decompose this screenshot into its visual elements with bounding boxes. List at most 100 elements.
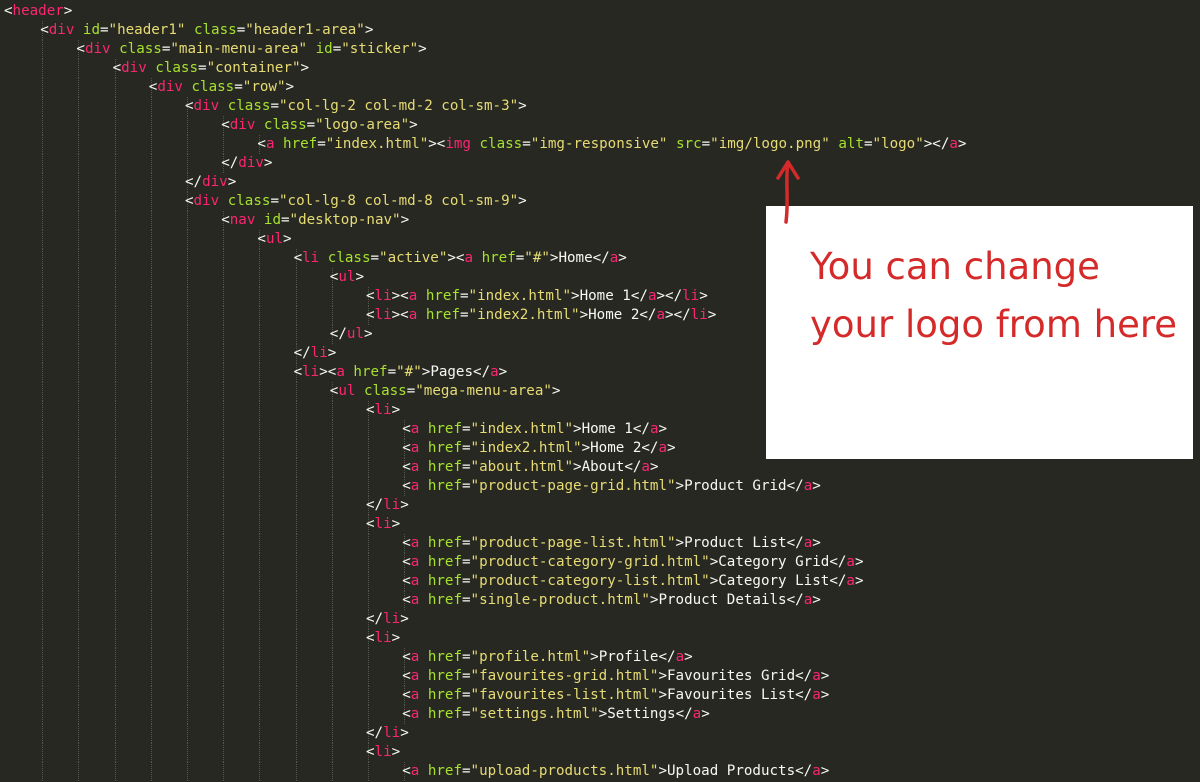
code-tag-name: a <box>812 687 821 703</box>
code-punctuation: > <box>363 326 373 342</box>
indent-guide <box>295 648 297 667</box>
code-line[interactable]: <li><a href="#">Pages</a> <box>294 363 508 382</box>
indent-guide <box>187 515 188 534</box>
code-tag-name: a <box>410 649 420 665</box>
code-attribute: class <box>363 383 407 399</box>
code-attribute: href <box>427 763 462 779</box>
code-punctuation: > <box>391 630 401 646</box>
code-line[interactable]: </li> <box>366 496 409 515</box>
indent-guide <box>295 686 297 705</box>
indent-guide <box>295 743 297 762</box>
indent-guide <box>331 515 333 534</box>
code-line[interactable]: </div> <box>221 154 272 173</box>
code-line[interactable]: <a href="single-product.html">Product De… <box>402 591 821 610</box>
code-line[interactable]: <a href="index.html">Home 1</a> <box>402 420 667 439</box>
code-punctuation: = <box>234 79 243 95</box>
code-line[interactable]: <li><a href="index.html">Home 1</a></li> <box>366 287 708 306</box>
code-line[interactable]: <a href="profile.html">Profile</a> <box>402 648 692 667</box>
indent-guide <box>114 439 116 458</box>
indent-guide <box>114 382 116 401</box>
indent-guide <box>295 534 297 553</box>
code-line[interactable]: <a href="settings.html">Settings</a> <box>402 705 710 724</box>
code-line[interactable]: <div class="container"> <box>113 59 310 78</box>
indent-guide <box>223 363 225 382</box>
code-attribute: alt <box>838 136 864 152</box>
code-line[interactable]: <li> <box>366 629 400 648</box>
code-punctuation: = <box>387 364 397 380</box>
code-line[interactable]: <li><a href="index2.html">Home 2</a></li… <box>366 306 716 325</box>
code-line[interactable]: <a href="upload-products.html">Upload Pr… <box>402 762 829 781</box>
code-line[interactable]: <div id="header1" class="header1-area"> <box>40 21 373 40</box>
code-attribute: class <box>227 98 271 114</box>
code-attribute: class <box>327 250 371 266</box>
code-punctuation: < <box>366 288 375 304</box>
code-line[interactable]: <a href="index.html"><img class="img-res… <box>257 135 966 154</box>
code-punctuation: </ <box>658 649 676 665</box>
indent-guide <box>114 705 116 724</box>
code-punctuation: > <box>675 478 685 494</box>
code-string: "img-responsive" <box>530 136 668 152</box>
indent-guide <box>259 705 261 724</box>
code-line[interactable]: <li> <box>366 743 400 762</box>
code-line[interactable]: <div class="col-lg-2 col-md-2 col-sm-3"> <box>185 97 527 116</box>
code-line[interactable]: <a href="product-category-list.html">Cat… <box>402 572 863 591</box>
code-tag-name: a <box>609 250 619 266</box>
indent-guide <box>42 306 44 325</box>
indent-guide <box>114 78 116 97</box>
code-line[interactable]: <a href="product-page-grid.html">Product… <box>402 477 821 496</box>
code-line[interactable]: <li> <box>366 515 400 534</box>
code-punctuation: > <box>820 687 830 703</box>
code-tag-name: li <box>374 402 392 418</box>
code-punctuation: < <box>402 763 411 779</box>
code-line[interactable]: </li> <box>366 610 409 629</box>
code-line[interactable]: <div class="logo-area"> <box>221 116 418 135</box>
indent-guide <box>259 439 261 458</box>
code-line[interactable]: </div> <box>185 173 236 192</box>
code-line[interactable]: <nav id="desktop-nav"> <box>221 211 409 230</box>
indent-guide <box>150 553 152 572</box>
code-punctuation: = <box>462 668 471 684</box>
code-line[interactable]: </li> <box>294 344 337 363</box>
code-tag-name: a <box>410 421 420 437</box>
indent-guide <box>223 477 225 496</box>
code-attribute: class <box>479 136 523 152</box>
indent-guide <box>295 515 297 534</box>
code-tag-name: li <box>302 364 320 380</box>
code-punctuation <box>255 117 264 133</box>
code-line[interactable]: <li class="active"><a href="#">Home</a> <box>294 249 627 268</box>
indent-guide <box>295 420 297 439</box>
code-line[interactable]: <a href="product-category-grid.html">Cat… <box>402 553 863 572</box>
code-line[interactable]: <ul class="mega-menu-area"> <box>330 382 561 401</box>
code-line[interactable]: <a href="product-page-list.html">Product… <box>402 534 821 553</box>
indent-guide <box>42 325 44 344</box>
indent-guide <box>187 325 188 344</box>
code-line[interactable]: </ul> <box>330 325 373 344</box>
code-line[interactable]: <a href="index2.html">Home 2</a> <box>402 439 675 458</box>
code-line[interactable]: <header> <box>4 2 72 21</box>
code-tag-name: ul <box>338 269 356 285</box>
code-line[interactable]: <li> <box>366 401 400 420</box>
code-line[interactable]: <a href="favourites-list.html">Favourite… <box>402 686 829 705</box>
code-punctuation: </ <box>185 174 203 190</box>
code-line[interactable]: <div class="main-menu-area" id="sticker"… <box>76 40 426 59</box>
code-line[interactable]: </li> <box>366 724 409 743</box>
code-line[interactable]: <ul> <box>257 230 291 249</box>
indent-guide <box>331 306 333 325</box>
indent-guide <box>78 306 80 325</box>
code-line[interactable]: <ul> <box>330 268 364 287</box>
code-punctuation: > <box>518 98 527 114</box>
indent-guide <box>331 686 333 705</box>
code-line[interactable]: <div class="row"> <box>149 78 294 97</box>
code-punctuation <box>319 250 328 266</box>
code-line[interactable]: <a href="favourites-grid.html">Favourite… <box>402 667 829 686</box>
code-punctuation: > <box>854 573 864 589</box>
code-line[interactable]: <a href="about.html">About</a> <box>402 458 658 477</box>
indent-guide <box>150 211 152 230</box>
annotation-text: You can change your logo from here <box>810 245 1178 346</box>
indent-guide <box>295 306 297 325</box>
code-line[interactable]: <div class="col-lg-8 col-md-8 col-sm-9"> <box>185 192 527 211</box>
indent-guide <box>187 211 188 230</box>
indent-guide <box>114 420 116 439</box>
indent-guide <box>331 477 333 496</box>
indent-guide <box>295 458 297 477</box>
